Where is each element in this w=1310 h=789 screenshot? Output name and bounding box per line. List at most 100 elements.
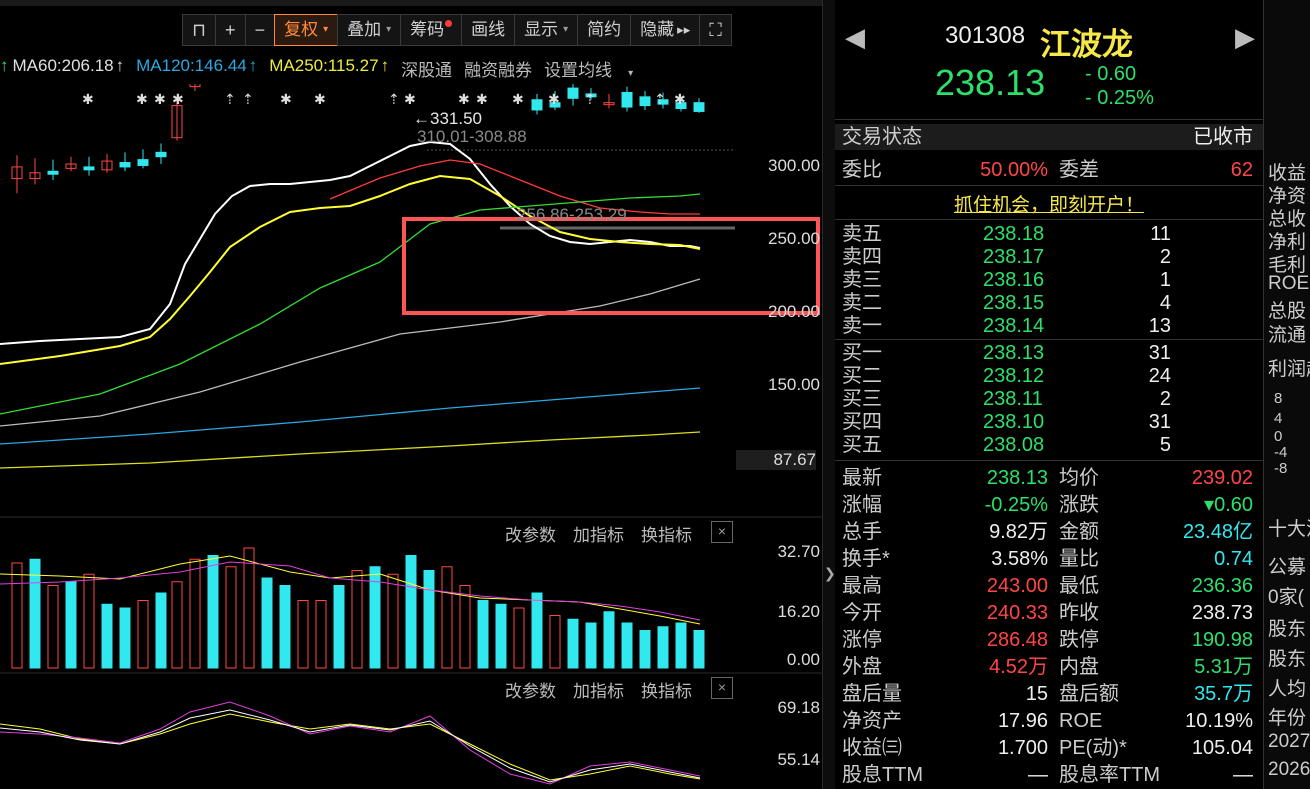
stat-value: ▾0.60 [1204, 494, 1253, 516]
chart-toolbar: ⊓ + − 复权 ▾ 叠加 ▾ 筹码 画线 显示 ▾ 简约 隐藏 ▸▸ ⛶ [182, 14, 732, 46]
lock-button[interactable]: ⊓ [182, 14, 217, 46]
bid-row[interactable]: 买二 238.12 24 [835, 365, 1263, 388]
event-marker-icon[interactable]: ✱ [674, 92, 686, 108]
adjust-button[interactable]: 复权 ▾ [274, 14, 339, 46]
bid-row[interactable]: 买三 238.11 2 [835, 388, 1263, 411]
kline-chart[interactable]: ✱ ✱ ✱ ✱ ⇡ ⇡ ✱ ✱ ⇡ ✱ ✱ ✱ ✱ ✱ ⇡ ⇡ ✱ ←331.50 310.01-308.88 … [0, 84, 822, 789]
vol-switch-indicator-button[interactable]: 换指标 [641, 521, 692, 546]
simple-button[interactable]: 简约 [577, 14, 632, 46]
event-marker-icon[interactable]: ✱ [476, 92, 488, 108]
ind-close-icon[interactable]: × [711, 677, 733, 699]
stat-label: PE(动)* [1059, 737, 1127, 759]
event-marker-icon[interactable]: ⇡ [654, 92, 666, 108]
stat-value: 238.13 [986, 467, 1048, 489]
ask-row[interactable]: 卖五 238.18 11 [835, 223, 1263, 246]
collapse-arrow-icon[interactable]: ❯ [824, 565, 836, 595]
top-nav-strip [0, 0, 835, 6]
event-marker-icon[interactable]: ✱ [280, 92, 292, 108]
last-price: 238.13 [935, 62, 1046, 103]
ma-settings-button[interactable]: 设置均线 ▾ [544, 56, 645, 80]
ask-price: 238.17 [983, 246, 1045, 268]
event-marker-icon[interactable]: ⇡ [242, 92, 254, 108]
hide-label: 隐藏 [640, 20, 675, 39]
ask-row[interactable]: 卖一 238.14 13 [835, 315, 1263, 338]
bid-row[interactable]: 买五 238.08 5 [835, 434, 1263, 457]
stat-value: 238.73 [1191, 602, 1253, 624]
event-marker-icon[interactable]: ✱ [548, 92, 560, 108]
prev-stock-icon[interactable]: ◀ [845, 22, 865, 53]
vol-axis-mid: 16.20 [777, 602, 820, 621]
event-marker-icon[interactable]: ⇡ [224, 92, 236, 108]
event-marker-icon[interactable]: ✱ [512, 92, 524, 108]
event-marker-icon[interactable]: ✱ [82, 92, 94, 108]
divider [835, 460, 1263, 461]
stock-code: 301308 [945, 22, 1026, 49]
divider [835, 219, 1263, 220]
link-margin-trading[interactable]: 融资融券 [464, 56, 532, 80]
event-marker-icon[interactable]: ✱ [458, 92, 470, 108]
stat-label: 外盘 [842, 656, 882, 678]
stat-value: 17.96 [997, 710, 1048, 732]
zoom-in-button[interactable]: + [215, 14, 246, 46]
ma120-arrow: ↑ [248, 56, 258, 75]
vol-close-icon[interactable]: × [711, 521, 733, 543]
link-hk-connect[interactable]: 深股通 [401, 56, 452, 80]
lock-icon: ⊓ [192, 20, 207, 40]
stat-row: 涨停 286.48 跌停 190.98 [835, 627, 1263, 653]
event-marker-icon[interactable]: ✱ [314, 92, 326, 108]
overlay-button[interactable]: 叠加 ▾ [337, 14, 402, 46]
open-account-link[interactable]: 抓住机会，即刻开户！ [835, 190, 1263, 217]
ask-level-label: 卖五 [842, 223, 882, 245]
fundamentals-panel-clipped: 收益净资总收净利毛利ROE总股流通利润趋840-4-8十大流公募0家(股东股东人… [1263, 0, 1310, 789]
event-marker-icon[interactable]: ✱ [172, 92, 184, 108]
ask-volume: 1 [1159, 269, 1171, 291]
stat-value: 15 [1025, 683, 1048, 705]
event-marker-icon[interactable]: ✱ [404, 92, 416, 108]
ask-row[interactable]: 卖四 238.17 2 [835, 246, 1263, 269]
display-button[interactable]: 显示 ▾ [514, 14, 579, 46]
ind-change-params-button[interactable]: 改参数 [505, 677, 556, 702]
vol-add-indicator-button[interactable]: 加指标 [573, 521, 624, 546]
ask-row[interactable]: 卖三 238.16 1 [835, 269, 1263, 292]
stat-row: 换手* 3.58% 量比 0.74 [835, 546, 1263, 572]
fullscreen-icon: ⛶ [709, 20, 722, 40]
bid-row[interactable]: 买一 238.13 31 [835, 342, 1263, 365]
high-range-label: 310.01-308.88 [417, 127, 527, 146]
event-marker-icon[interactable]: ⇡ [584, 92, 596, 108]
divider [835, 119, 1263, 120]
ind-add-indicator-button[interactable]: 加指标 [573, 677, 624, 702]
ask-price: 238.16 [983, 269, 1045, 291]
draw-button[interactable]: 画线 [461, 14, 516, 46]
fullscreen-button[interactable]: ⛶ [699, 14, 732, 46]
event-marker-icon[interactable]: ✱ [136, 92, 148, 108]
expand-right-icon: ▸▸ [677, 22, 691, 37]
stat-label: 均价 [1059, 467, 1099, 489]
quote-panel: ◀ ▶ 301308 江波龙 238.13 - 0.60 - 0.25% 交易状… [835, 0, 1263, 789]
stat-label: 昨收 [1059, 602, 1099, 624]
stat-value: -0.25% [984, 494, 1048, 516]
stat-row: 最高 243.00 最低 236.36 [835, 573, 1263, 599]
vol-change-params-button[interactable]: 改参数 [505, 521, 556, 546]
zoom-out-button[interactable]: − [244, 14, 276, 46]
ratio-row: 委比 50.00% 委差 62 [835, 157, 1263, 183]
ratio-label: 委比 [842, 159, 882, 181]
bid-row[interactable]: 买四 238.10 31 [835, 411, 1263, 434]
bid-volume: 5 [1159, 434, 1171, 456]
ask-row[interactable]: 卖二 238.15 4 [835, 292, 1263, 315]
stat-label: 换手* [842, 548, 890, 570]
stat-label: 今开 [842, 602, 882, 624]
ind-switch-indicator-button[interactable]: 换指标 [641, 677, 692, 702]
ask-level-label: 卖四 [842, 246, 882, 268]
fundamental-label: -8 [1274, 460, 1288, 477]
event-marker-icon[interactable]: ✱ [154, 92, 166, 108]
event-marker-icon[interactable]: ⇡ [388, 92, 400, 108]
chips-button[interactable]: 筹码 [400, 14, 463, 46]
hide-button[interactable]: 隐藏 ▸▸ [630, 14, 701, 46]
panel-divider[interactable] [822, 0, 836, 789]
next-stock-icon[interactable]: ▶ [1235, 22, 1255, 53]
bid-level-label: 买四 [842, 411, 882, 433]
ma-lines [0, 140, 701, 469]
fundamental-label: -4 [1274, 444, 1288, 461]
fundamental-label: 股东 [1268, 619, 1307, 640]
ask-level-label: 卖二 [842, 292, 882, 314]
